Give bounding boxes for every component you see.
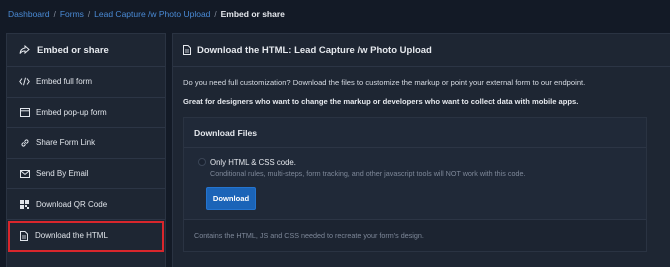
envelope-icon	[19, 169, 30, 178]
note-text: Great for designers who want to change t…	[183, 97, 579, 106]
option-title: Only HTML & CSS code.	[210, 158, 296, 167]
breadcrumb-dashboard[interactable]: Dashboard	[8, 9, 50, 19]
code-icon	[19, 77, 30, 86]
card-title: Download Files	[184, 118, 646, 148]
link-icon	[19, 138, 30, 148]
download-files-card: Download Files Only HTML & CSS code. Con…	[183, 117, 647, 252]
option-radio[interactable]	[198, 158, 206, 166]
option-subtitle: Conditional rules, multi-steps, form tra…	[210, 169, 526, 178]
card-footer: Contains the HTML, JS and CSS needed to …	[184, 219, 646, 251]
breadcrumb-form-name[interactable]: Lead Capture /w Photo Upload	[94, 9, 210, 19]
file-icon	[18, 230, 29, 241]
sidebar-item-share-form-link[interactable]: Share Form Link	[7, 128, 165, 159]
window-icon	[19, 107, 30, 117]
download-button[interactable]: Download	[206, 187, 256, 210]
page-title: Download the HTML: Lead Capture /w Photo…	[197, 44, 432, 56]
sidebar-item-label: Embed pop-up form	[36, 107, 107, 117]
sidebar-item-send-by-email[interactable]: Send By Email	[7, 159, 165, 190]
sidebar-item-download-html[interactable]: Download the HTML	[8, 220, 164, 252]
sidebar-item-embed-popup-form[interactable]: Embed pop-up form	[7, 98, 165, 129]
main-panel: Download the HTML: Lead Capture /w Photo…	[172, 33, 670, 267]
description-text: Do you need full customization? Download…	[183, 78, 586, 87]
breadcrumb-current: Embed or share	[220, 9, 285, 19]
share-icon	[19, 45, 30, 55]
sidebar-item-label: Download the HTML	[35, 231, 108, 241]
breadcrumb-separator: /	[87, 9, 91, 19]
sidebar-item-label: Share Form Link	[36, 138, 96, 148]
sidebar-header: Embed or share	[7, 34, 165, 67]
sidebar-item-label: Download QR Code	[36, 199, 108, 209]
sidebar-title: Embed or share	[37, 44, 109, 56]
breadcrumb: Dashboard / Forms / Lead Capture /w Phot…	[8, 8, 285, 20]
breadcrumb-separator: /	[214, 9, 217, 19]
breadcrumb-separator: /	[53, 9, 56, 19]
sidebar-item-label: Embed full form	[36, 77, 93, 87]
sidebar: Embed or share Embed full form Embed pop…	[6, 33, 166, 267]
sidebar-item-label: Send By Email	[36, 169, 89, 179]
sidebar-item-download-qr-code[interactable]: Download QR Code	[7, 189, 165, 220]
file-icon	[183, 45, 191, 55]
sidebar-item-embed-full-form[interactable]: Embed full form	[7, 67, 165, 98]
breadcrumb-forms[interactable]: Forms	[60, 9, 84, 19]
qr-code-icon	[19, 199, 30, 209]
main-header: Download the HTML: Lead Capture /w Photo…	[173, 34, 670, 67]
